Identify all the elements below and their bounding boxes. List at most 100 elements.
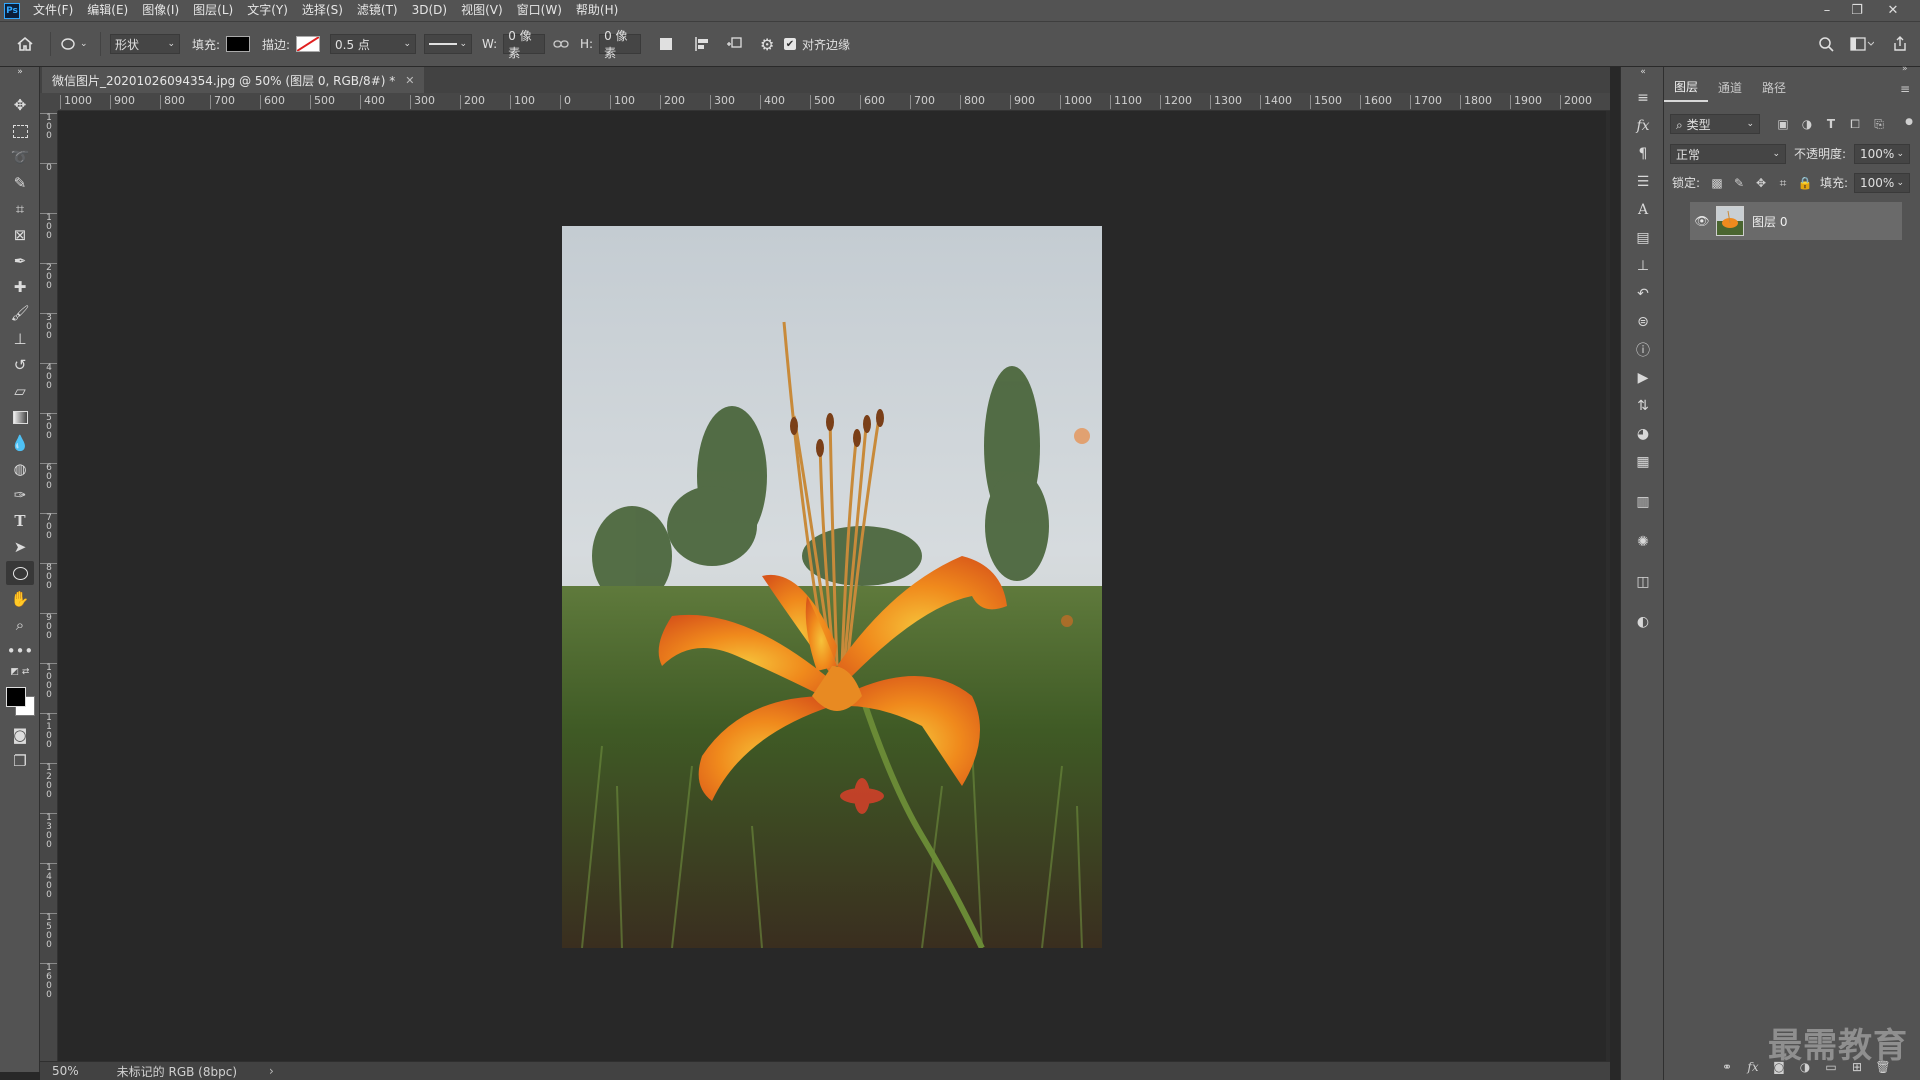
- tab-paths[interactable]: 路径: [1752, 75, 1796, 101]
- layer-name[interactable]: 图层 0: [1752, 213, 1787, 230]
- menu-3d[interactable]: 3D(D): [405, 0, 454, 21]
- horizontal-ruler[interactable]: 1000 900 800 700 600 500 400 300 200 100 0 100 200 30…: [58, 93, 1610, 111]
- path-selection-tool-icon[interactable]: ➤: [6, 535, 34, 559]
- color-icon[interactable]: ◐: [1631, 611, 1655, 633]
- vertical-ruler[interactable]: 1000100200300400500600700800900100011001…: [40, 111, 58, 1061]
- eyedropper-tool-icon[interactable]: ✒: [6, 249, 34, 273]
- menu-image[interactable]: 图像(I): [135, 0, 186, 21]
- character-icon[interactable]: A: [1631, 199, 1655, 221]
- lock-artboard-icon[interactable]: ⌗: [1774, 174, 1792, 192]
- lasso-tool-icon[interactable]: ➰: [6, 145, 34, 169]
- navigator-icon[interactable]: ✺: [1631, 531, 1655, 553]
- layer-filter-select[interactable]: ⌕ 类型 ⌄: [1670, 114, 1760, 134]
- path-operations-icon[interactable]: [660, 22, 672, 66]
- hand-tool-icon[interactable]: ✋: [6, 587, 34, 611]
- dodge-tool-icon[interactable]: ◍: [6, 457, 34, 481]
- brush-settings-icon[interactable]: ≡: [1631, 87, 1655, 109]
- home-icon[interactable]: [16, 22, 34, 66]
- chevron-right-icon[interactable]: ›: [269, 1064, 274, 1078]
- quick-mask-icon[interactable]: ◙: [6, 723, 34, 747]
- fill-color-swatch[interactable]: [226, 36, 251, 52]
- brush-tool-icon[interactable]: 🖌: [6, 301, 34, 325]
- clone-stamp-tool-icon[interactable]: ⊥: [6, 327, 34, 351]
- photoshop-logo-icon[interactable]: Ps: [4, 2, 20, 19]
- channels-icon[interactable]: ⇅: [1631, 395, 1655, 417]
- search-icon[interactable]: [1818, 22, 1834, 66]
- close-icon[interactable]: ✕: [405, 74, 414, 87]
- align-edges-checkbox[interactable]: ✔ 对齐边缘: [784, 22, 850, 66]
- vertical-scrollbar[interactable]: [1606, 111, 1610, 1061]
- menu-select[interactable]: 选择(S): [295, 0, 350, 21]
- panel-menu-icon[interactable]: ≡: [1900, 82, 1914, 96]
- type-tool-icon[interactable]: T: [6, 509, 34, 533]
- collapse-panel-icon[interactable]: »: [6, 65, 34, 79]
- close-button[interactable]: ✕: [1878, 0, 1908, 21]
- tab-layers[interactable]: 图层: [1664, 74, 1709, 102]
- rectangular-marquee-tool-icon[interactable]: [6, 119, 34, 143]
- blend-mode-select[interactable]: 正常 ⌄: [1670, 144, 1786, 164]
- styles-icon[interactable]: fx: [1631, 115, 1655, 137]
- smart-object-filter-icon[interactable]: ⎘: [1870, 115, 1888, 133]
- collapse-panel-icon[interactable]: «: [1631, 65, 1655, 79]
- height-input[interactable]: 0 像素: [599, 29, 642, 60]
- workspace-switcher-icon[interactable]: [1850, 22, 1874, 66]
- stroke-color-swatch[interactable]: [296, 36, 321, 52]
- link-layers-icon[interactable]: ⚭: [1718, 1058, 1736, 1076]
- menu-filter[interactable]: 滤镜(T): [350, 0, 405, 21]
- zoom-level[interactable]: 50%: [52, 1064, 79, 1078]
- path-arrangement-icon[interactable]: [726, 22, 744, 66]
- document-tab[interactable]: 微信图片_20201026094354.jpg @ 50% (图层 0, RGB…: [42, 67, 425, 93]
- menu-window[interactable]: 窗口(W): [510, 0, 569, 21]
- tab-channels[interactable]: 通道: [1708, 75, 1752, 101]
- libraries-icon[interactable]: ▤: [1631, 227, 1655, 249]
- edit-toolbar-icon[interactable]: •••: [6, 639, 34, 663]
- lock-position-icon[interactable]: ✥: [1752, 174, 1770, 192]
- 3d-icon[interactable]: ◕: [1631, 423, 1655, 445]
- adjustments-icon[interactable]: ☰: [1631, 171, 1655, 193]
- eraser-tool-icon[interactable]: ▱: [6, 379, 34, 403]
- link-icon[interactable]: [553, 22, 569, 66]
- shape-layer-filter-icon[interactable]: ⧠: [1846, 115, 1864, 133]
- gradient-tool-icon[interactable]: [6, 405, 34, 429]
- restore-button[interactable]: ❐: [1842, 0, 1872, 21]
- tool-mode-select[interactable]: 形状 ⌄: [110, 34, 180, 54]
- eye-icon[interactable]: 👁: [1690, 214, 1714, 228]
- frame-tool-icon[interactable]: ⊠: [6, 223, 34, 247]
- ellipse-tool-icon[interactable]: [6, 561, 34, 585]
- lock-all-icon[interactable]: 🔒: [1796, 174, 1814, 192]
- zoom-tool-icon[interactable]: ⌕: [6, 613, 34, 637]
- blur-tool-icon[interactable]: 💧: [6, 431, 34, 455]
- minimize-button[interactable]: –: [1812, 0, 1842, 21]
- lock-image-pixels-icon[interactable]: ✎: [1730, 174, 1748, 192]
- path-alignment-icon[interactable]: [694, 22, 710, 66]
- menu-type[interactable]: 文字(Y): [240, 0, 295, 21]
- opacity-input[interactable]: 100% ⌄: [1854, 144, 1910, 164]
- move-tool-icon[interactable]: ✥: [6, 93, 34, 117]
- ellipse-tool-preset-picker[interactable]: ⌄: [60, 22, 88, 66]
- quick-selection-tool-icon[interactable]: ✎: [6, 171, 34, 195]
- foreground-color-swatch[interactable]: [6, 687, 26, 707]
- swatches-icon[interactable]: ▦: [1631, 451, 1655, 473]
- crop-tool-icon[interactable]: ⌗: [6, 197, 34, 221]
- fill-input[interactable]: 100% ⌄: [1854, 173, 1910, 193]
- add-layer-style-icon[interactable]: fx: [1744, 1058, 1762, 1076]
- properties-icon[interactable]: ◫: [1631, 571, 1655, 593]
- history-brush-tool-icon[interactable]: ↺: [6, 353, 34, 377]
- menu-layer[interactable]: 图层(L): [186, 0, 240, 21]
- ruler-origin[interactable]: [40, 93, 58, 111]
- gear-icon[interactable]: ⚙: [760, 22, 774, 66]
- screen-mode-icon[interactable]: ❐: [6, 749, 34, 773]
- stroke-type-select[interactable]: ⌄: [424, 34, 472, 54]
- info-icon[interactable]: ⓘ: [1631, 339, 1655, 361]
- share-icon[interactable]: [1892, 22, 1908, 66]
- lock-transparent-pixels-icon[interactable]: ▩: [1708, 174, 1726, 192]
- menu-view[interactable]: 视图(V): [454, 0, 510, 21]
- menu-file[interactable]: 文件(F): [26, 0, 80, 21]
- color-profile-info[interactable]: 未标记的 RGB (8bpc): [117, 1063, 237, 1080]
- image-canvas[interactable]: [562, 226, 1102, 948]
- layer-row[interactable]: 👁 图层 0: [1690, 202, 1902, 240]
- pixel-layer-filter-icon[interactable]: ▣: [1774, 115, 1792, 133]
- menu-edit[interactable]: 编辑(E): [80, 0, 135, 21]
- menu-help[interactable]: 帮助(H): [569, 0, 625, 21]
- type-layer-filter-icon[interactable]: T: [1822, 115, 1840, 133]
